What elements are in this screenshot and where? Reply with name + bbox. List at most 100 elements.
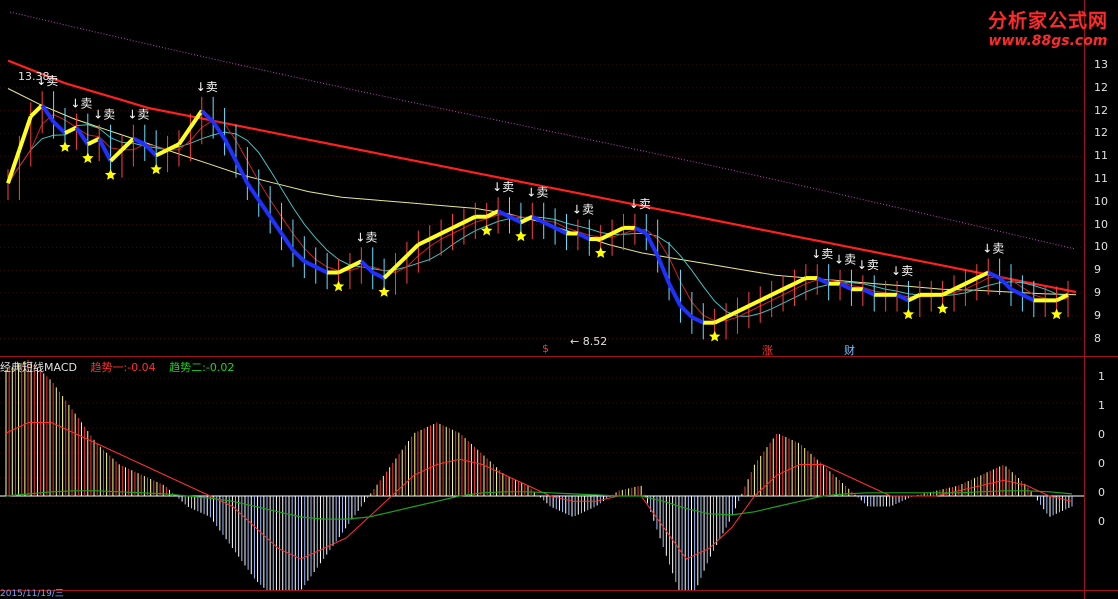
signal-band-7 xyxy=(74,126,90,146)
price-y-tick: 9 xyxy=(1094,308,1101,322)
signal-band-84 xyxy=(953,281,967,292)
macd-panel-title: 经典短线MACD 趋势一:-0.04 趋势二:-0.02 xyxy=(0,359,244,375)
signal-band-28 xyxy=(314,265,329,275)
signal-band-89 xyxy=(1010,287,1024,297)
signal-band-44 xyxy=(497,209,511,219)
signal-band-60 xyxy=(679,304,694,319)
date-axis-border xyxy=(0,590,1118,591)
event-tag-rise[interactable]: 涨 xyxy=(762,342,773,358)
price-chart[interactable]: ↓卖↓卖↓卖 ↓卖↓卖↓卖↓卖 ↓卖↓卖 ↓卖↓卖 ↓卖 ↓卖 ↓卖↓卖13.38← 8.5… xyxy=(0,0,1084,356)
sell-signal-8: ↓卖 xyxy=(93,108,115,122)
chart-window: ↓卖 ↓卖 ↓卖 ↓卖 ↓卖 ↓卖 ↓卖 ↓卖 ↓卖 ↓卖 ↓卖 ↓卖 ↓卖 ↓卖 ↓卖 13.38 ← 8.5… xyxy=(0,0,1118,599)
sell-signal-73: ↓卖 xyxy=(834,253,856,267)
sell-signal-6: ↓卖 xyxy=(70,97,92,111)
signal-band-23 xyxy=(257,198,272,218)
signal-band-67 xyxy=(759,293,773,303)
price-y-tick: 11 xyxy=(1094,149,1108,163)
macd-chart[interactable] xyxy=(0,358,1084,590)
buy-star-92 xyxy=(1050,308,1063,320)
signal-band-41 xyxy=(463,214,477,225)
signal-band-87 xyxy=(987,270,1001,280)
trend1-label: 趋势一: xyxy=(90,361,128,374)
logo-brand-text: 分析家公式网 xyxy=(987,10,1108,32)
signal-band-21 xyxy=(234,160,250,185)
sell-signal-31: ↓卖 xyxy=(355,230,377,244)
buy-star-79 xyxy=(902,308,915,320)
signal-band-22 xyxy=(245,182,261,202)
trend2-value: -0.02 xyxy=(205,361,235,374)
signal-band-59 xyxy=(667,282,683,307)
buy-star-52 xyxy=(595,247,607,258)
trend2-readout: 趋势二:-0.02 xyxy=(169,361,234,374)
signal-band-72 xyxy=(816,276,830,286)
logo-url-text: www.88gs.com xyxy=(988,33,1108,49)
signal-band-93 xyxy=(1055,293,1069,303)
ma-dotted-line xyxy=(9,11,1075,250)
signal-band-15 xyxy=(166,142,180,152)
event-tag-dollar[interactable]: $ xyxy=(542,342,549,355)
price-y-tick: 8 xyxy=(1094,331,1101,345)
trend1-readout: 趋势一:-0.04 xyxy=(90,361,159,374)
signal-band-33 xyxy=(371,270,386,280)
price-y-tick: 11 xyxy=(1094,172,1108,185)
signal-band-63 xyxy=(713,315,727,325)
buy-star-7 xyxy=(82,152,94,164)
date-axis-first-label: 2015/11/19/三 xyxy=(0,589,64,599)
site-logo[interactable]: 分析家公式网 www.88gs.com xyxy=(988,6,1108,49)
signal-band-20 xyxy=(222,137,238,162)
sell-signal-86: ↓卖 xyxy=(982,242,1004,256)
signal-band-80 xyxy=(907,293,921,303)
price-y-tick: 10 xyxy=(1094,240,1108,254)
buy-star-82 xyxy=(936,302,949,314)
signal-band-25 xyxy=(279,232,295,252)
signal-band-58 xyxy=(655,255,671,285)
sell-signal-71: ↓卖 xyxy=(811,247,833,261)
signal-band-6 xyxy=(64,125,78,135)
macd-y-tick: 0 xyxy=(1098,457,1105,470)
macd-y-tick: 0 xyxy=(1098,515,1105,528)
sell-signal-50: ↓卖 xyxy=(572,202,594,216)
sell-signal-55: ↓卖 xyxy=(629,197,651,211)
price-y-tick: 12 xyxy=(1094,80,1108,94)
buy-star-45 xyxy=(515,230,527,242)
sell-signal-78: ↓卖 xyxy=(891,264,913,278)
buy-star-62 xyxy=(709,330,721,342)
trend2-label: 趋势二: xyxy=(169,361,206,374)
sell-signal-17: ↓卖 xyxy=(196,80,218,94)
signal-band-24 xyxy=(268,215,284,235)
macd-y-tick: 1 xyxy=(1098,370,1105,383)
high-price-label: 13.38 xyxy=(18,70,50,83)
buy-star-13 xyxy=(150,163,162,175)
macd-y-tick: 0 xyxy=(1098,428,1105,441)
signal-band-90 xyxy=(1021,293,1035,303)
signal-band-38 xyxy=(428,231,442,241)
price-y-tick: 9 xyxy=(1094,286,1101,299)
sell-signal-75: ↓卖 xyxy=(857,258,879,272)
signal-band-10 xyxy=(109,148,124,163)
signal-band-54 xyxy=(611,226,625,236)
buy-star-9 xyxy=(104,169,117,180)
signal-band-2 xyxy=(17,115,33,151)
price-y-tick: 10 xyxy=(1094,217,1108,231)
price-y-tick: 12 xyxy=(1094,103,1108,117)
ma-long-line xyxy=(7,59,1077,294)
event-tag-finance[interactable]: 财 xyxy=(844,342,855,358)
signal-band-85 xyxy=(964,276,978,286)
price-y-tick: 10 xyxy=(1094,194,1108,208)
macd-indicator-name[interactable]: 经典短线MACD xyxy=(0,361,77,374)
signal-band-8 xyxy=(86,136,101,147)
signal-band-19 xyxy=(211,120,227,140)
signal-band-49 xyxy=(554,226,568,236)
signal-band-35 xyxy=(394,254,409,269)
sell-signal-11: ↓卖 xyxy=(127,108,149,122)
signal-band-48 xyxy=(542,220,556,230)
price-macd-separator xyxy=(0,356,1118,357)
buy-star-5 xyxy=(59,141,71,152)
signal-band-69 xyxy=(782,281,796,292)
signal-band-5 xyxy=(52,120,67,135)
signal-band-79 xyxy=(896,293,910,303)
low-price-label: ← 8.52 xyxy=(570,335,607,348)
price-y-tick: 13 xyxy=(1094,58,1108,71)
trend1-value: -0.04 xyxy=(127,361,156,374)
signal-band-36 xyxy=(405,243,420,258)
